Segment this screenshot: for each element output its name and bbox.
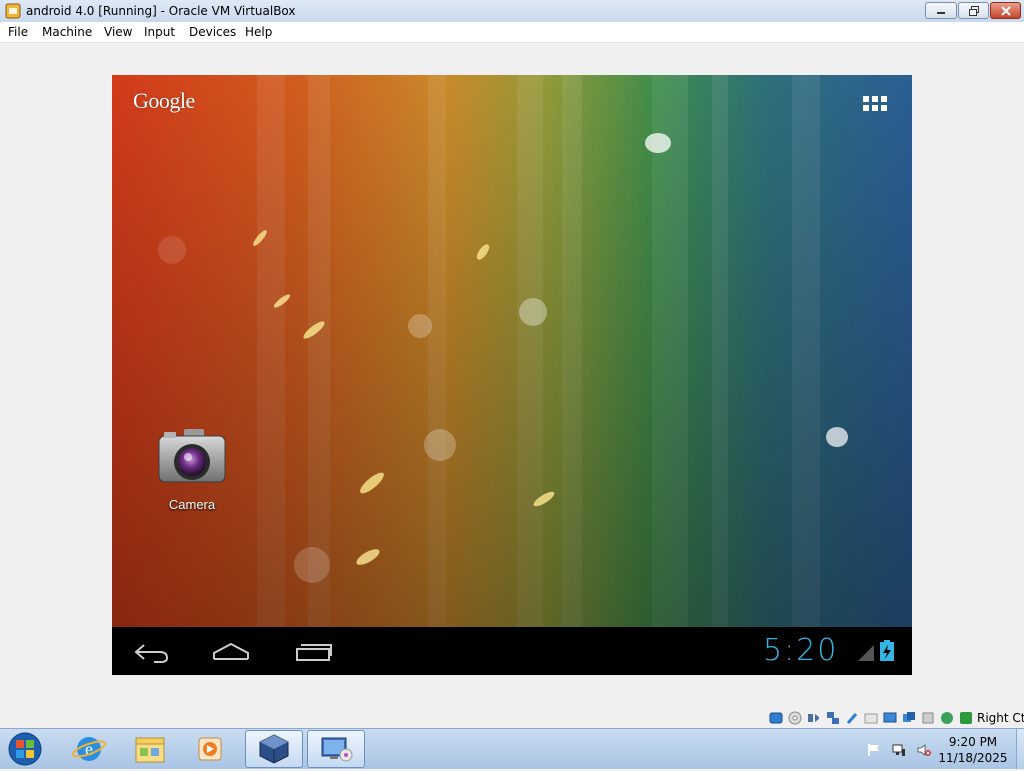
file-explorer-icon: [135, 737, 165, 763]
hard-disk-icon[interactable]: [769, 711, 783, 725]
taskbar-time: 9:20 PM: [948, 735, 998, 749]
close-icon: [1000, 5, 1011, 16]
optical-drive-icon[interactable]: [788, 711, 802, 725]
usb-icon[interactable]: [845, 711, 859, 725]
camera-icon: [158, 429, 226, 483]
network-icon[interactable]: [826, 711, 840, 725]
taskbar-file-explorer[interactable]: [121, 730, 179, 768]
vm-window-icon: [321, 737, 353, 762]
taskbar-date: 11/18/2025: [938, 751, 1008, 765]
battery-charging-icon: [880, 640, 894, 661]
all-apps-button[interactable]: [861, 94, 891, 114]
camera-app-shortcut[interactable]: Camera: [156, 427, 228, 517]
audio-icon[interactable]: [807, 711, 821, 725]
recent-apps-button[interactable]: [290, 635, 336, 667]
windows-taskbar: e 9:20 PM 11/18/2025: [0, 728, 1024, 769]
host-key-label[interactable]: Right Ctrl: [977, 711, 1024, 725]
cpu-icon[interactable]: [921, 711, 935, 725]
signal-icon: [858, 645, 874, 661]
menu-input[interactable]: Input: [144, 25, 175, 39]
action-center-flag-icon[interactable]: [867, 743, 881, 757]
taskbar-clock[interactable]: 9:20 PM 11/18/2025: [930, 734, 1016, 766]
volume-muted-icon[interactable]: [917, 743, 931, 757]
menu-bar: File Machine View Input Devices Help: [0, 22, 1024, 43]
video-capture-icon[interactable]: [902, 711, 916, 725]
taskbar-media-player[interactable]: [181, 730, 239, 768]
start-orb-icon: [8, 732, 42, 766]
minimize-icon: [937, 11, 945, 14]
android-clock: 5:20: [763, 633, 839, 668]
taskbar-virtualbox-manager[interactable]: [245, 730, 303, 768]
mouse-integration-icon[interactable]: [959, 711, 973, 725]
android-screen[interactable]: Google Camera 5:20: [112, 75, 912, 675]
wallpaper: [112, 75, 912, 627]
back-icon: [134, 644, 169, 663]
menu-view[interactable]: View: [104, 25, 132, 39]
camera-app-label: Camera: [168, 497, 216, 512]
taskbar-internet-explorer[interactable]: e: [60, 730, 118, 768]
all-apps-icon: [863, 96, 887, 111]
vbox-status-bar: Right Ctrl: [0, 708, 1024, 728]
android-navigation-bar: 5:20: [112, 627, 912, 675]
show-desktop-button[interactable]: [1016, 729, 1024, 769]
close-button[interactable]: [990, 2, 1021, 19]
virtualbox-app-icon: [5, 3, 21, 19]
menu-file[interactable]: File: [8, 25, 28, 39]
minimize-button[interactable]: [925, 2, 957, 19]
internet-explorer-icon: e: [71, 737, 107, 761]
restore-button[interactable]: [958, 2, 989, 19]
shared-folders-icon[interactable]: [864, 711, 878, 725]
menu-devices[interactable]: Devices: [189, 25, 236, 39]
title-bar[interactable]: android 4.0 [Running] - Oracle VM Virtua…: [0, 0, 1024, 23]
display-icon[interactable]: [883, 711, 897, 725]
menu-help[interactable]: Help: [245, 25, 272, 39]
taskbar-vm-window[interactable]: [307, 730, 365, 768]
media-player-icon: [198, 737, 222, 761]
network-tray-icon[interactable]: [892, 743, 906, 757]
menu-machine[interactable]: Machine: [42, 25, 92, 39]
restore-icon: [968, 5, 979, 16]
home-icon: [213, 642, 249, 660]
guest-additions-icon[interactable]: [940, 711, 954, 725]
window-title: android 4.0 [Running] - Oracle VM Virtua…: [26, 4, 296, 18]
google-search-label[interactable]: Google: [133, 88, 195, 114]
back-button[interactable]: [130, 635, 176, 667]
recent-apps-icon: [296, 644, 332, 661]
virtualbox-icon: [259, 734, 289, 764]
home-button[interactable]: [208, 635, 254, 667]
start-button[interactable]: [0, 730, 50, 768]
